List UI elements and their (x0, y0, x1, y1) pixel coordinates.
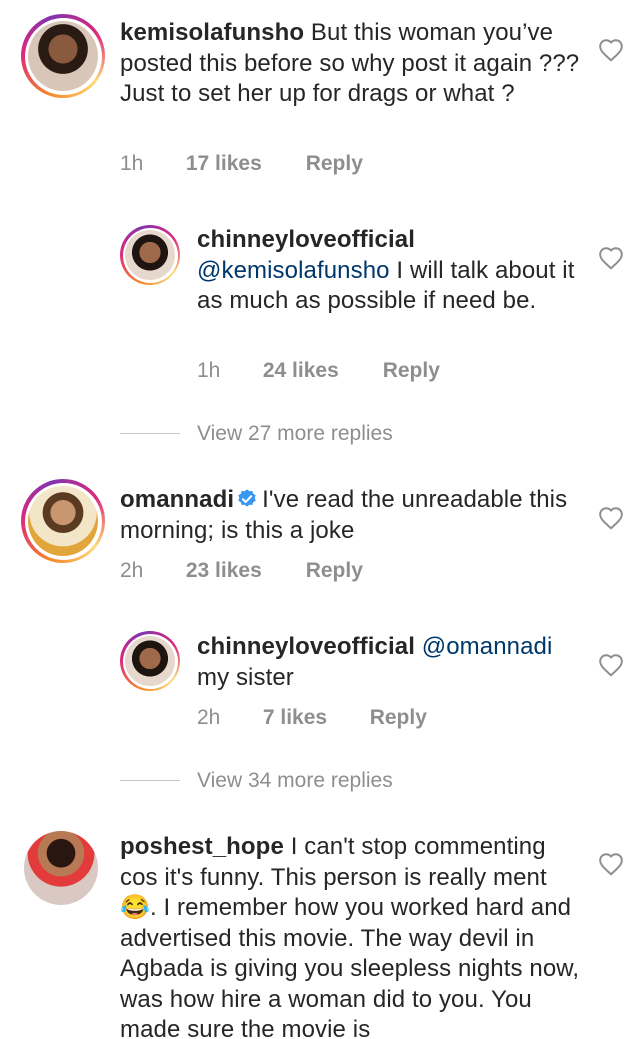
reply-button[interactable]: Reply (306, 152, 363, 176)
heart-icon[interactable] (598, 246, 624, 270)
comment-meta: 1h 17 likes Reply (120, 152, 363, 176)
comment-text: poshest_hope I can't stop commenting cos… (120, 832, 580, 1039)
view-more-replies-button[interactable]: View 27 more replies (197, 422, 393, 446)
comment-text: kemisolafunsho But this woman you’ve pos… (120, 18, 580, 110)
timestamp: 2h (197, 706, 221, 729)
avatar[interactable] (21, 479, 105, 563)
comment-meta: 2h 23 likes Reply (120, 559, 363, 583)
reply-button[interactable]: Reply (306, 559, 363, 583)
heart-icon[interactable] (598, 506, 624, 530)
reply-button[interactable]: Reply (383, 359, 440, 383)
heart-icon[interactable] (598, 852, 624, 876)
comment-body-continued: . I remember how you worked hard and adv… (120, 894, 580, 1039)
likes-count[interactable]: 23 likes (186, 559, 300, 583)
laughing-emoji-icon: 😂 (120, 894, 150, 921)
comment-text: chinneyloveofficial @omannadi my sister (197, 632, 587, 693)
comment-meta: 1h 24 likes Reply (197, 359, 440, 383)
likes-count[interactable]: 24 likes (263, 359, 377, 383)
mention-link[interactable]: @omannadi (422, 633, 553, 660)
mention-link[interactable]: @kemisolafunsho (197, 257, 390, 284)
username[interactable]: poshest_hope (120, 833, 284, 860)
username[interactable]: kemisolafunsho (120, 19, 304, 46)
reply-button[interactable]: Reply (370, 706, 427, 730)
comment-text: omannadi I've read the unreadable this m… (120, 485, 580, 546)
username[interactable]: omannadi (120, 486, 234, 513)
verified-badge-icon (238, 489, 256, 507)
comment-body: my sister (197, 663, 294, 691)
view-more-divider (120, 780, 180, 781)
timestamp: 1h (120, 152, 144, 175)
avatar[interactable] (21, 14, 105, 98)
view-more-divider (120, 433, 180, 434)
heart-icon[interactable] (598, 653, 624, 677)
comment-meta: 2h 7 likes Reply (197, 706, 427, 730)
username[interactable]: chinneyloveofficial (197, 633, 415, 660)
view-more-replies-button[interactable]: View 34 more replies (197, 769, 393, 793)
timestamp: 1h (197, 359, 221, 382)
comment-text: chinneyloveofficial @kemisolafunsho I wi… (197, 225, 577, 317)
heart-icon[interactable] (598, 38, 624, 62)
avatar[interactable] (120, 225, 180, 285)
likes-count[interactable]: 17 likes (186, 152, 300, 176)
likes-count[interactable]: 7 likes (263, 706, 364, 730)
timestamp: 2h (120, 559, 144, 582)
avatar[interactable] (120, 631, 180, 691)
avatar[interactable] (24, 831, 98, 905)
username[interactable]: chinneyloveofficial (197, 226, 415, 253)
